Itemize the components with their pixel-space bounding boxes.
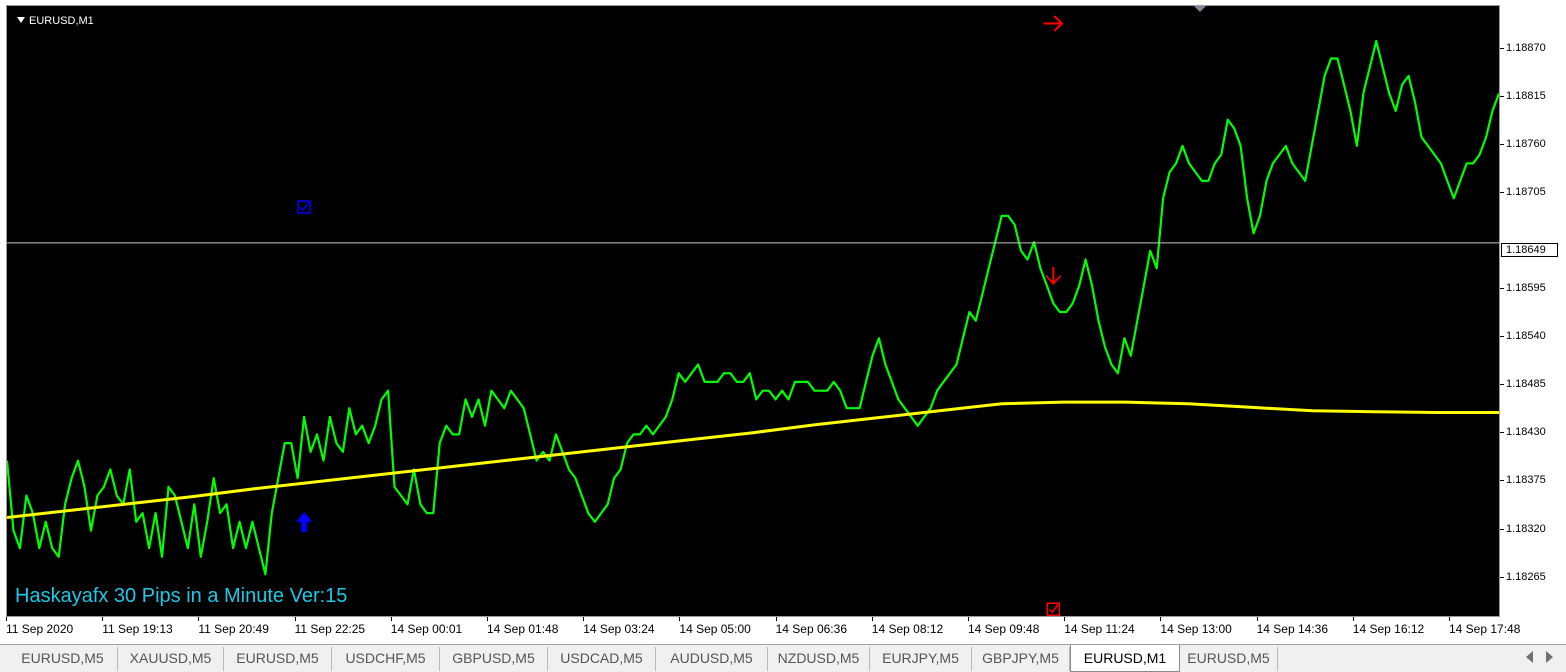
chart-tab-bar: EURUSD,M5 XAUUSD,M5 EURUSD,M5 USDCHF,M5 GBPU…	[0, 644, 1566, 672]
price-series-line	[7, 39, 1501, 576]
price-tick-label: 1.18320	[1500, 522, 1546, 535]
chart-symbol-title[interactable]: EURUSD,M1	[17, 15, 94, 27]
chart-tab[interactable]: AUDUSD,M5	[656, 647, 768, 671]
chart-tab[interactable]: XAUUSD,M5	[118, 647, 224, 671]
current-price-label: 1.18649	[1501, 243, 1558, 257]
time-tick-label: 14 Sep 16:12	[1352, 617, 1425, 636]
price-axis[interactable]: 1.18870 1.18815 1.18760 1.18705 1.18595 1.185…	[1500, 5, 1566, 617]
time-tick-label: 14 Sep 05:00	[679, 617, 751, 636]
chart-tab[interactable]: NZDUSD,M5	[768, 647, 870, 671]
chart-tab[interactable]: EURUSD,M1	[1070, 645, 1180, 672]
price-tick-label: 1.18705	[1500, 185, 1546, 198]
sell-checkbox-check-icon	[1048, 603, 1059, 614]
chart-shift-marker-icon	[1194, 6, 1206, 12]
time-tick-label: 14 Sep 01:48	[487, 617, 559, 636]
time-tick-label: 11 Sep 20:49	[198, 617, 269, 636]
chart-tab[interactable]: EURUSD,M5	[1180, 647, 1278, 671]
price-chart-svg	[7, 6, 1501, 617]
chart-tab[interactable]: USDCAD,M5	[548, 647, 656, 671]
tab-scroll-right-icon[interactable]	[1546, 651, 1553, 663]
time-tick-label: 14 Sep 11:24	[1064, 617, 1135, 636]
time-tick-label: 14 Sep 17:48	[1449, 617, 1521, 636]
chart-tab[interactable]: EURJPY,M5	[870, 647, 972, 671]
time-tick-label: 11 Sep 22:25	[294, 617, 366, 636]
chart-symbol-label: EURUSD,M1	[29, 15, 94, 27]
indicator-label: Haskayafx 30 Pips in a Minute Ver:15	[15, 585, 348, 607]
price-tick-label: 1.18375	[1500, 474, 1546, 487]
price-tick-label: 1.18595	[1500, 282, 1546, 295]
price-tick-label: 1.18265	[1500, 570, 1546, 583]
price-tick-label: 1.18760	[1500, 137, 1546, 150]
time-tick-label: 11 Sep 2020	[6, 617, 74, 636]
price-tick-label: 1.18540	[1500, 330, 1546, 343]
time-tick-label: 14 Sep 03:24	[583, 617, 655, 636]
price-tick-label: 1.18870	[1500, 41, 1546, 54]
time-tick-label: 14 Sep 06:36	[775, 617, 847, 636]
chart-tab[interactable]: EURUSD,M5	[224, 647, 332, 671]
time-tick-label: 11 Sep 19:13	[102, 617, 173, 636]
right-arrow-icon	[1043, 15, 1064, 32]
chart-tab[interactable]: GBPUSD,M5	[440, 647, 548, 671]
chart-tab[interactable]: EURUSD,M5	[8, 647, 118, 671]
time-tick-label: 14 Sep 00:01	[390, 617, 463, 636]
price-tick-label: 1.18815	[1500, 89, 1546, 102]
time-tick-label: 14 Sep 09:48	[968, 617, 1040, 636]
tab-scroll-left-icon[interactable]	[1526, 651, 1533, 663]
chart-menu-triangle-icon[interactable]	[17, 17, 25, 23]
buy-arrow-icon	[296, 511, 313, 532]
sell-arrow-icon	[1045, 267, 1062, 286]
time-tick-label: 14 Sep 14:36	[1256, 617, 1328, 636]
chart-tab[interactable]: GBPJPY,M5	[972, 647, 1070, 671]
buy-checkbox-check-icon	[299, 201, 310, 212]
time-tick-label: 14 Sep 13:00	[1160, 617, 1232, 636]
price-tick-label: 1.18485	[1500, 378, 1546, 391]
chart-tab[interactable]: USDCHF,M5	[332, 647, 440, 671]
time-tick-label: 14 Sep 08:12	[871, 617, 944, 636]
moving-average-line	[7, 400, 1499, 519]
price-tick-label: 1.18430	[1500, 426, 1546, 439]
time-axis[interactable]: 11 Sep 2020 11 Sep 19:13 11 Sep 20:49 11 Se…	[0, 617, 1566, 644]
chart-window[interactable]: EURUSD,M1 Haskayafx 30 Pips in a Minute …	[0, 0, 1566, 644]
chart-plot-area[interactable]: EURUSD,M1 Haskayafx 30 Pips in a Minute …	[6, 5, 1501, 617]
